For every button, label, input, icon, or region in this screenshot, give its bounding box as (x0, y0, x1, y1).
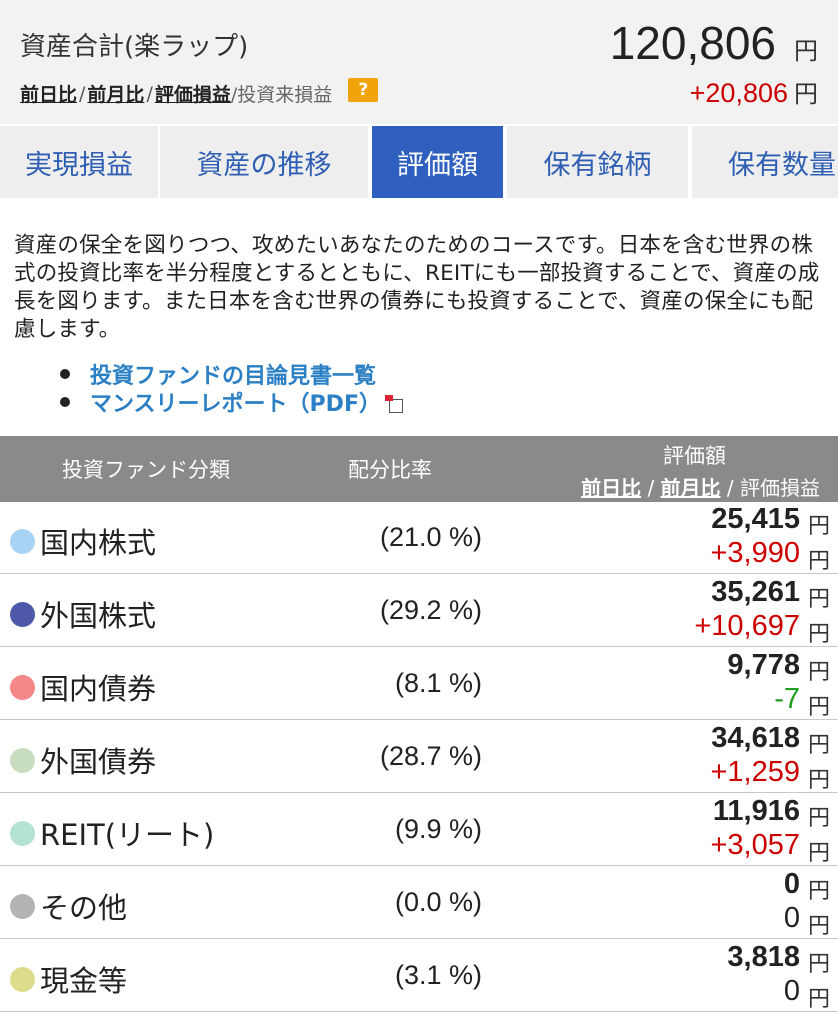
separator: / (720, 476, 740, 500)
course-description: 資産の保全を図りつつ、攻めたいあなたのためのコースです。日本を含む世界の株式の投… (14, 233, 820, 342)
list-item: マンスリーレポート（PDF） (60, 386, 403, 418)
change-amount: +1,259 (710, 756, 800, 788)
category-name: その他 (40, 891, 128, 925)
change-amount: +10,697 (694, 610, 800, 642)
change-amount: 0 (783, 902, 800, 934)
valuation-unit: 円 (807, 660, 830, 685)
tab-valuation[interactable]: 評価額 (372, 126, 503, 198)
total-value: 120,806 (609, 17, 776, 69)
header-category: 投資ファンド分類 (62, 458, 230, 482)
allocation-ratio: (3.1 %) (394, 960, 482, 990)
valuation-amount: 25,415 (711, 503, 800, 535)
list-item: 投資ファンドの目論見書一覧 (60, 360, 403, 389)
change-unit: 円 (807, 768, 830, 793)
category-color-dot (10, 748, 35, 773)
category-color-dot (10, 894, 35, 919)
document-links: 投資ファンドの目論見書一覧 マンスリーレポート（PDF） (60, 360, 403, 418)
total-unit: 円 (794, 37, 818, 65)
period-links: 前日比 / 前月比 / 評価損益 /投資来損益 ? (20, 77, 379, 107)
day-compare-link[interactable]: 前日比 (20, 80, 77, 107)
asset-summary: 資産合計(楽ラップ) 120,806 円 前日比 / 前月比 / 評価損益 /投… (0, 0, 838, 124)
change-unit: 円 (807, 549, 830, 574)
valuation-unit: 円 (807, 879, 830, 904)
change-amount: -7 (774, 683, 800, 715)
change-unit: 円 (807, 987, 830, 1012)
category-color-dot (10, 967, 35, 992)
valuation-amount: 34,618 (711, 722, 800, 754)
table-header: 投資ファンド分類 配分比率 評価額 前日比 / 前月比 / 評価損益 (0, 436, 838, 502)
change-unit: 円 (807, 622, 830, 647)
category-name: 国内株式 (40, 526, 157, 560)
since-inception-link[interactable]: /投資来損益 (231, 80, 332, 107)
tab-bar: 実現損益 資産の推移 評価額 保有銘柄 保有数量 (0, 124, 838, 200)
category-color-dot (10, 675, 35, 700)
gain-link[interactable]: 評価損益 (155, 80, 231, 107)
valuation-amount: 11,916 (712, 795, 800, 827)
tab-holdings[interactable]: 保有銘柄 (507, 126, 688, 198)
valuation-amount: 0 (783, 868, 800, 900)
header-value: 評価額 (663, 444, 726, 468)
tab-realized-gain[interactable]: 実現損益 (0, 126, 158, 198)
category-name: REIT(リート) (40, 818, 215, 852)
valuation-unit: 円 (807, 733, 830, 758)
separator: / (79, 82, 86, 105)
valuation-unit: 円 (807, 806, 830, 831)
header-month-link[interactable]: 前月比 (661, 476, 721, 500)
pdf-icon (384, 395, 403, 413)
table-row: 国内債券 (8.1 %) 9,778 円 -7 円 (0, 648, 838, 720)
separator: / (146, 82, 153, 105)
summary-title: 資産合計(楽ラップ) (20, 32, 249, 62)
diff-amount: +20,806 円 (690, 74, 818, 109)
valuation-unit: 円 (807, 514, 830, 539)
header-ratio: 配分比率 (348, 458, 432, 482)
allocation-ratio: (28.7 %) (379, 741, 482, 771)
table-row: 国内株式 (21.0 %) 25,415 円 +3,990 円 (0, 502, 838, 574)
table-row: 外国債券 (28.7 %) 34,618 円 +1,259 円 (0, 721, 838, 793)
table-row: 現金等 (3.1 %) 3,818 円 0 円 (0, 940, 838, 1012)
category-name: 国内債券 (40, 672, 157, 706)
change-amount: +3,057 (710, 829, 800, 861)
valuation-amount: 3,818 (727, 941, 800, 973)
valuation-unit: 円 (807, 952, 830, 977)
change-unit: 円 (807, 914, 830, 939)
valuation-unit: 円 (807, 587, 830, 612)
header-sub-links: 前日比 / 前月比 / 評価損益 (581, 472, 820, 501)
table-row: REIT(リート) (9.9 %) 11,916 円 +3,057 円 (0, 794, 838, 866)
change-amount: 0 (783, 975, 800, 1007)
allocation-ratio: (9.9 %) (394, 814, 482, 844)
category-name: 外国株式 (40, 599, 157, 633)
diff-value: +20,806 (689, 78, 788, 108)
table-row: 外国株式 (29.2 %) 35,261 円 +10,697 円 (0, 575, 838, 647)
bullet-icon (60, 397, 70, 407)
separator: / (641, 476, 661, 500)
allocation-ratio: (0.0 %) (394, 887, 482, 917)
header-day-link[interactable]: 前日比 (581, 476, 641, 500)
bullet-icon (60, 369, 70, 379)
tab-quantity[interactable]: 保有数量 (692, 126, 838, 198)
diff-unit: 円 (794, 80, 818, 108)
tab-asset-history[interactable]: 資産の推移 (160, 126, 368, 198)
change-unit: 円 (807, 841, 830, 866)
category-color-dot (10, 529, 35, 554)
help-icon[interactable]: ? (348, 77, 379, 102)
table-row: その他 (0.0 %) 0 円 0 円 (0, 867, 838, 939)
valuation-amount: 9,778 (727, 649, 800, 681)
month-compare-link[interactable]: 前月比 (87, 80, 144, 107)
category-name: 現金等 (40, 964, 128, 998)
allocation-ratio: (8.1 %) (394, 668, 482, 698)
allocation-ratio: (21.0 %) (379, 522, 482, 552)
change-unit: 円 (807, 695, 830, 720)
header-gain-link[interactable]: 評価損益 (740, 476, 820, 500)
monthly-report-link[interactable]: マンスリーレポート（PDF） (90, 386, 381, 418)
category-name: 外国債券 (40, 745, 157, 779)
total-amount: 120,806 円 (610, 16, 818, 70)
allocation-ratio: (29.2 %) (379, 595, 482, 625)
category-color-dot (10, 821, 35, 846)
category-color-dot (10, 602, 35, 627)
valuation-amount: 35,261 (711, 576, 800, 608)
change-amount: +3,990 (710, 537, 800, 569)
